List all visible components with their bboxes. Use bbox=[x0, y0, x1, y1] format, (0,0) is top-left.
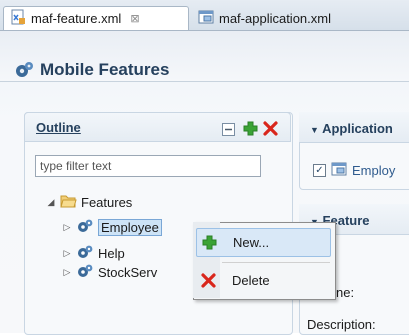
add-icon bbox=[197, 235, 221, 250]
menu-item-label: New... bbox=[233, 235, 270, 250]
delete-icon bbox=[196, 273, 220, 288]
feature-name-label: ne: bbox=[336, 285, 355, 300]
feature-gears-icon bbox=[76, 245, 94, 262]
tree-label: Features bbox=[81, 194, 133, 210]
folder-icon bbox=[60, 194, 77, 211]
gears-icon bbox=[14, 61, 34, 82]
tree-node-stockserv[interactable]: ▷ StockServ bbox=[62, 263, 157, 281]
tab-label: maf-application.xml bbox=[219, 10, 331, 26]
filter-input[interactable] bbox=[35, 155, 261, 177]
application-file-icon bbox=[198, 9, 214, 28]
delete-icon[interactable] bbox=[262, 120, 278, 136]
collapse-all-icon[interactable] bbox=[220, 121, 236, 137]
add-icon[interactable] bbox=[242, 120, 258, 136]
xml-file-icon bbox=[10, 9, 26, 28]
tree-node-features[interactable]: ◢ Features bbox=[46, 193, 133, 211]
menu-item-label: Delete bbox=[232, 273, 270, 288]
checkbox[interactable]: ✓ bbox=[313, 164, 326, 177]
feature-description-label: Description: bbox=[307, 317, 376, 332]
feature-gears-icon bbox=[76, 219, 94, 236]
tree-label: StockServ bbox=[98, 264, 158, 280]
collapsed-arrow-icon[interactable]: ▷ bbox=[62, 267, 72, 278]
tree-label: Employee bbox=[98, 218, 162, 236]
tree-node-employee[interactable]: ▷ Employee bbox=[62, 218, 162, 236]
menu-separator bbox=[222, 262, 330, 263]
expanded-arrow-icon: ▼ bbox=[310, 125, 319, 135]
collapsed-arrow-icon[interactable]: ▷ bbox=[62, 248, 72, 259]
menu-item-new[interactable]: New... bbox=[196, 228, 331, 257]
tree-label: Help bbox=[98, 245, 125, 261]
application-file-icon bbox=[331, 162, 347, 179]
tab-maf-application[interactable]: maf-application.xml bbox=[192, 6, 392, 30]
close-icon[interactable]: ⊠ bbox=[130, 12, 139, 25]
page-title: Mobile Features bbox=[40, 60, 170, 79]
tab-label: maf-feature.xml bbox=[31, 11, 122, 26]
collapsed-arrow-icon[interactable]: ▷ bbox=[62, 222, 72, 233]
feature-gears-icon bbox=[76, 264, 94, 281]
application-item-label: Employ bbox=[352, 163, 396, 178]
application-item[interactable]: ✓ Employ bbox=[313, 162, 395, 179]
tab-maf-feature[interactable]: maf-feature.xml ⊠ bbox=[3, 6, 189, 30]
outline-title[interactable]: Outline bbox=[36, 120, 81, 135]
expanded-arrow-icon[interactable]: ◢ bbox=[46, 197, 56, 208]
section-title: Application bbox=[322, 121, 393, 136]
tree-node-help[interactable]: ▷ Help bbox=[62, 244, 125, 262]
application-section-header[interactable]: ▼ Application bbox=[310, 121, 393, 136]
menu-item-delete[interactable]: Delete bbox=[196, 266, 331, 295]
